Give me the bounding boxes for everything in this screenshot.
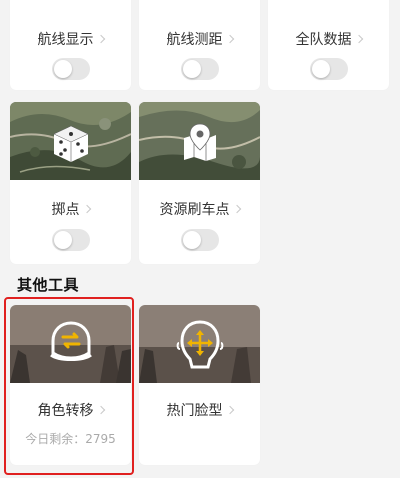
card-label: 全队数据 xyxy=(268,31,389,49)
map-pin-icon xyxy=(184,123,216,161)
map-thumbnail xyxy=(10,102,131,180)
chevron-right-icon xyxy=(232,204,241,214)
highlight-frame xyxy=(4,297,134,475)
resource-vehicle-toggle[interactable] xyxy=(181,229,219,251)
card-label: 资源刷车点 xyxy=(139,201,260,219)
face-move-icon xyxy=(176,320,224,369)
card-label: 掷点 xyxy=(10,201,131,219)
card-route-measure[interactable]: 航线测距 xyxy=(139,0,260,90)
card-label: 航线显示 xyxy=(10,31,131,49)
drop-point-toggle[interactable] xyxy=(52,229,90,251)
chevron-right-icon xyxy=(354,34,363,44)
character-thumbnail xyxy=(139,305,260,383)
map-thumbnail xyxy=(139,102,260,180)
card-team-data[interactable]: 全队数据 xyxy=(268,0,389,90)
chevron-right-icon xyxy=(225,405,234,415)
card-popular-faces[interactable]: 热门脸型 xyxy=(139,305,260,465)
card-resource-vehicle[interactable]: 资源刷车点 xyxy=(139,102,260,264)
card-route-display[interactable]: 航线显示 xyxy=(10,0,131,90)
section-title-other-tools: 其他工具 xyxy=(17,276,80,294)
team-data-toggle[interactable] xyxy=(310,58,348,80)
chevron-right-icon xyxy=(225,34,234,44)
dice-icon xyxy=(53,125,89,162)
chevron-right-icon xyxy=(82,204,91,214)
route-measure-toggle[interactable] xyxy=(181,58,219,80)
card-label: 航线测距 xyxy=(139,31,260,49)
card-label: 热门脸型 xyxy=(139,402,260,420)
card-drop-point[interactable]: 掷点 xyxy=(10,102,131,264)
route-display-toggle[interactable] xyxy=(52,58,90,80)
chevron-right-icon xyxy=(96,34,105,44)
